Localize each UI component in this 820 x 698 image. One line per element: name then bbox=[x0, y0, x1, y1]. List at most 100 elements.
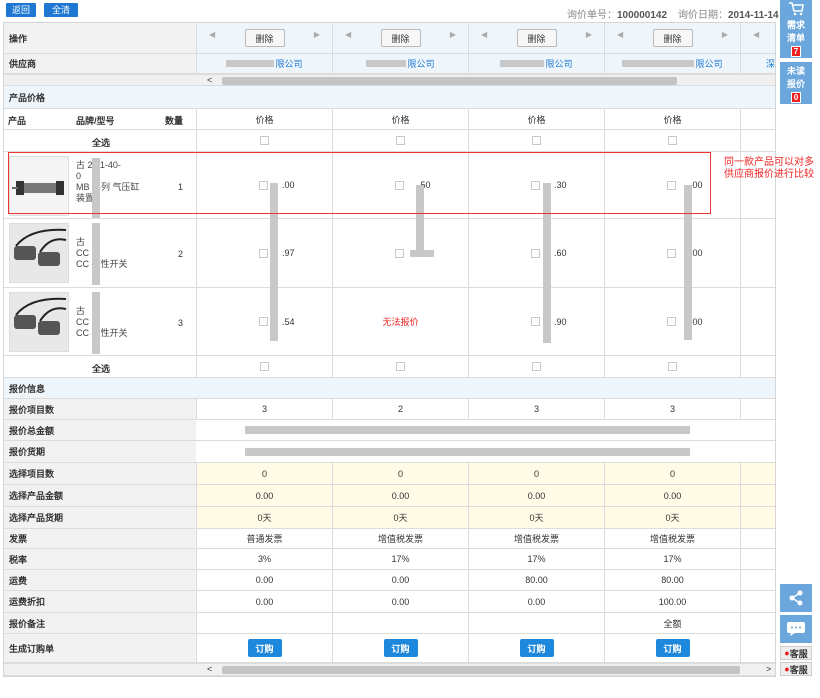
selected-delivery-value: 0天 bbox=[332, 507, 468, 528]
select-all-checkbox[interactable] bbox=[532, 136, 541, 145]
horizontal-scrollbar-top[interactable]: < bbox=[4, 74, 775, 86]
prev-arrow-icon[interactable]: ◀ bbox=[753, 30, 759, 39]
scrollbar-thumb[interactable] bbox=[222, 666, 740, 674]
prev-arrow-icon[interactable]: ◀ bbox=[617, 30, 623, 39]
demand-list-button[interactable]: 需求 清单 7 bbox=[780, 0, 812, 58]
selected-delivery-value: 0天 bbox=[196, 507, 332, 528]
create-order-label: 生成订购单 bbox=[4, 634, 196, 662]
product-quantity: 3 bbox=[178, 318, 184, 328]
tax-rate-value: 17% bbox=[468, 549, 604, 569]
unread-label: 报价 bbox=[786, 79, 805, 89]
select-all-checkbox[interactable] bbox=[668, 362, 677, 371]
price-checkbox[interactable] bbox=[259, 317, 268, 326]
price-checkbox[interactable] bbox=[531, 248, 540, 258]
quote-remark-value bbox=[468, 613, 604, 633]
supplier-name[interactable]: 限公司 bbox=[468, 54, 604, 73]
select-all-checkbox[interactable] bbox=[260, 362, 269, 371]
delete-button[interactable]: 删除 bbox=[652, 29, 693, 47]
unread-quotes-button[interactable]: 未读 报价 0 bbox=[780, 62, 812, 104]
invoice-value: 增值税发票 bbox=[468, 529, 604, 548]
price-header: 价格 bbox=[468, 109, 604, 129]
product-image[interactable] bbox=[9, 223, 69, 283]
price-cell: .90 bbox=[468, 288, 604, 355]
price-header: 价格 bbox=[332, 109, 468, 129]
price-cell: .54 bbox=[196, 288, 332, 355]
price-checkbox[interactable] bbox=[667, 248, 676, 258]
chat-button[interactable] bbox=[780, 615, 812, 643]
quote-remark-value bbox=[196, 613, 332, 633]
invoice-row: 发票 普通发票 增值税发票 增值税发票 增值税发票 bbox=[4, 529, 775, 549]
quote-items-value: 3 bbox=[468, 399, 604, 419]
order-button[interactable]: 订购 bbox=[655, 639, 690, 657]
next-arrow-icon[interactable]: ▶ bbox=[586, 30, 592, 39]
comparison-table: 操作 ◀ 删除 ▶ ◀ 删除 ▶ ◀ 删除 ▶ ◀ 删除 ▶ ◀ 供应商 限公司… bbox=[3, 22, 776, 677]
price-cell: .00 bbox=[604, 288, 740, 355]
order-button[interactable]: 订购 bbox=[383, 639, 418, 657]
delete-button[interactable]: 删除 bbox=[380, 29, 421, 47]
supplier-name[interactable]: 限公司 bbox=[196, 54, 332, 73]
prev-arrow-icon[interactable]: ◀ bbox=[481, 30, 487, 39]
scroll-left-icon[interactable]: < bbox=[207, 664, 212, 674]
freight-value: 80.00 bbox=[604, 570, 740, 590]
select-all-checkbox[interactable] bbox=[396, 136, 405, 145]
invoice-value: 增值税发票 bbox=[604, 529, 740, 548]
select-all-checkbox[interactable] bbox=[260, 136, 269, 145]
select-all-row: 全选 bbox=[4, 356, 775, 378]
scroll-left-icon[interactable]: < bbox=[207, 75, 212, 85]
top-bar: 返回 全清 询价单号：100000142 询价日期：2014-11-14 bbox=[0, 0, 780, 22]
operation-row: 操作 ◀ 删除 ▶ ◀ 删除 ▶ ◀ 删除 ▶ ◀ 删除 ▶ ◀ bbox=[4, 23, 775, 54]
scrollbar-thumb[interactable] bbox=[222, 77, 677, 85]
scroll-right-icon[interactable]: > bbox=[766, 664, 771, 674]
selected-amount-value: 0.00 bbox=[332, 485, 468, 506]
select-all-label: 全选 bbox=[92, 138, 111, 148]
clear-all-button[interactable]: 全清 bbox=[44, 3, 78, 17]
price-checkbox[interactable] bbox=[259, 248, 268, 258]
supplier-name[interactable]: 限公司 bbox=[332, 54, 468, 73]
supplier-row: 供应商 限公司 限公司 限公司 限公司 深 bbox=[4, 54, 775, 74]
quote-remark-row: 报价备注 全额 bbox=[4, 613, 775, 634]
inquiry-date: 询价日期：2014-11-14 bbox=[678, 10, 779, 21]
product-header: 产品 bbox=[8, 116, 27, 126]
freight-discount-value: 0.00 bbox=[196, 591, 332, 612]
price-checkbox[interactable] bbox=[395, 248, 404, 258]
tax-rate-value: 17% bbox=[604, 549, 740, 569]
quote-items-value: 3 bbox=[604, 399, 740, 419]
freight-value: 0.00 bbox=[196, 570, 332, 590]
create-order-row: 生成订购单 订购 订购 订购 订购 bbox=[4, 634, 775, 663]
customer-service-button[interactable]: ● 客服 bbox=[780, 646, 812, 660]
selected-delivery-value: 0天 bbox=[468, 507, 604, 528]
supplier-name[interactable]: 深 bbox=[740, 54, 775, 73]
prev-arrow-icon[interactable]: ◀ bbox=[345, 30, 351, 39]
prev-arrow-icon[interactable]: ◀ bbox=[209, 30, 215, 39]
freight-discount-label: 运费折扣 bbox=[4, 591, 196, 612]
delete-button[interactable]: 删除 bbox=[244, 29, 285, 47]
product-quantity: 2 bbox=[178, 249, 184, 259]
supplier-name[interactable]: 限公司 bbox=[604, 54, 740, 73]
freight-label: 运费 bbox=[4, 570, 196, 590]
horizontal-scrollbar-bottom[interactable]: < > bbox=[4, 663, 775, 676]
delete-button[interactable]: 删除 bbox=[516, 29, 557, 47]
price-checkbox[interactable] bbox=[667, 317, 676, 326]
product-price-label: 产品价格 bbox=[4, 86, 775, 108]
select-all-checkbox[interactable] bbox=[532, 362, 541, 371]
share-button[interactable] bbox=[780, 584, 812, 612]
product-image[interactable] bbox=[9, 292, 69, 352]
quote-items-value: 2 bbox=[332, 399, 468, 419]
selected-delivery-label: 选择产品货期 bbox=[4, 507, 196, 528]
next-arrow-icon[interactable]: ▶ bbox=[450, 30, 456, 39]
customer-service-button[interactable]: ● 客服 bbox=[780, 662, 812, 676]
order-button[interactable]: 订购 bbox=[519, 639, 554, 657]
product-row: 古 CC CC 磁性开关 2 .97 .60 .00 bbox=[4, 219, 775, 288]
operation-label: 操作 bbox=[4, 23, 196, 53]
next-arrow-icon[interactable]: ▶ bbox=[722, 30, 728, 39]
next-arrow-icon[interactable]: ▶ bbox=[314, 30, 320, 39]
selected-items-value: 0 bbox=[196, 463, 332, 484]
back-button[interactable]: 返回 bbox=[6, 3, 36, 17]
price-checkbox[interactable] bbox=[531, 317, 540, 326]
price-cell: .00 bbox=[604, 219, 740, 287]
select-all-checkbox[interactable] bbox=[396, 362, 405, 371]
share-icon bbox=[789, 590, 803, 606]
selected-amount-value: 0.00 bbox=[468, 485, 604, 506]
order-button[interactable]: 订购 bbox=[247, 639, 282, 657]
select-all-checkbox[interactable] bbox=[668, 136, 677, 145]
